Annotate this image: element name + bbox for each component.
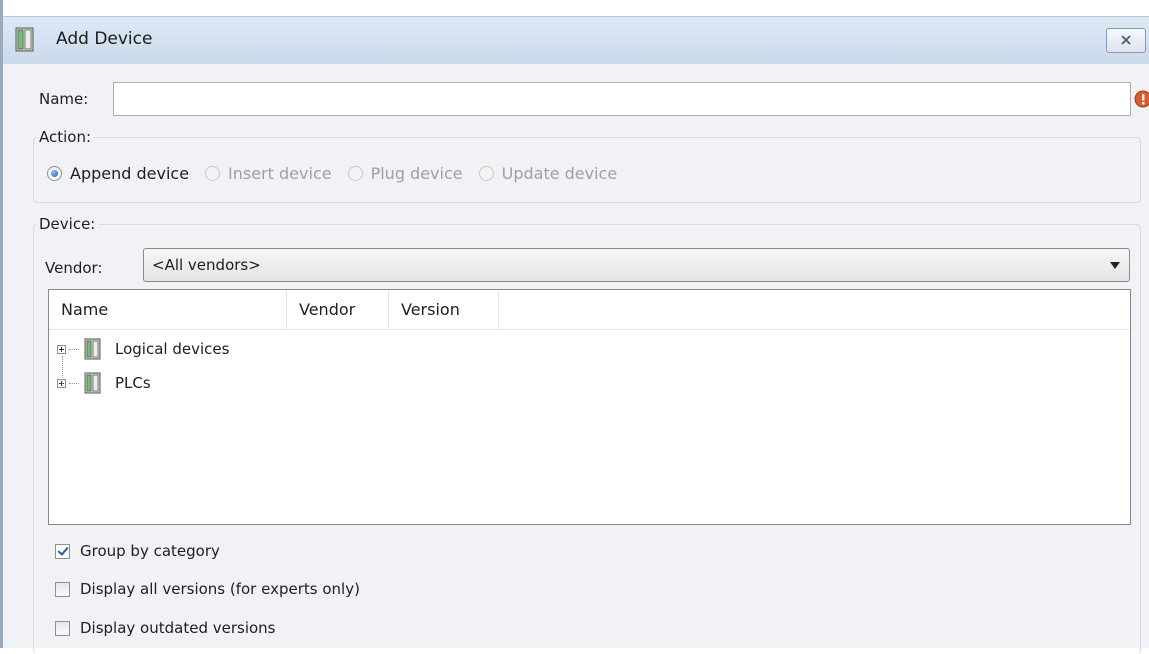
tree-header: Name Vendor Version — [49, 290, 1130, 330]
column-header-version[interactable]: Version — [389, 290, 499, 330]
group-by-category-checkbox[interactable] — [55, 543, 70, 559]
radio-plug-device-label: Plug device — [370, 164, 463, 183]
name-input[interactable] — [113, 82, 1131, 116]
group-by-category-label: Group by category — [80, 542, 220, 560]
action-group-label: Action: — [36, 128, 95, 146]
expand-icon[interactable] — [57, 344, 66, 354]
device-group-label: Device: — [36, 215, 99, 233]
dialog-body: Name: Action: Append device Insert devic… — [3, 64, 1149, 654]
device-icon — [13, 27, 37, 53]
dropdown-arrow-icon — [1110, 262, 1120, 269]
display-outdated-versions-row: Display outdated versions — [55, 619, 276, 637]
action-radio-row: Append device Insert device Plug device … — [47, 164, 633, 183]
add-device-dialog: Add Device Name: Action: Append device I… — [0, 0, 1149, 654]
error-icon — [1134, 90, 1149, 108]
tree-item-plcs[interactable]: PLCs — [57, 370, 151, 396]
tree-item-label: Logical devices — [115, 340, 230, 358]
tree-item-logical-devices[interactable]: Logical devices — [57, 336, 229, 362]
vendor-label: Vendor: — [45, 259, 103, 277]
radio-insert-device[interactable] — [205, 166, 221, 181]
vendor-dropdown[interactable]: <All vendors> — [143, 248, 1130, 282]
display-all-versions-label: Display all versions (for experts only) — [80, 580, 360, 598]
device-icon — [83, 372, 103, 394]
group-by-category-row: Group by category — [55, 542, 220, 560]
dialog-title: Add Device — [56, 29, 153, 49]
column-header-vendor[interactable]: Vendor — [287, 290, 389, 330]
device-tree[interactable]: Name Vendor Version Logical devices PLCs — [48, 289, 1131, 525]
display-outdated-versions-checkbox[interactable] — [55, 620, 70, 636]
close-icon — [1120, 32, 1132, 50]
radio-update-device[interactable] — [478, 166, 494, 181]
vendor-selected-value: <All vendors> — [152, 256, 261, 274]
close-button[interactable] — [1106, 28, 1146, 53]
device-icon — [83, 338, 103, 360]
display-outdated-versions-label: Display outdated versions — [80, 619, 276, 637]
name-label: Name: — [39, 90, 89, 108]
radio-append-device[interactable] — [47, 166, 62, 181]
radio-plug-device[interactable] — [347, 166, 363, 181]
radio-insert-device-label: Insert device — [228, 164, 332, 183]
radio-update-device-label: Update device — [501, 164, 618, 183]
tree-item-label: PLCs — [115, 374, 151, 392]
display-all-versions-checkbox[interactable] — [55, 581, 70, 597]
radio-append-device-label: Append device — [70, 164, 190, 183]
column-header-name[interactable]: Name — [49, 290, 287, 330]
display-all-versions-row: Display all versions (for experts only) — [55, 580, 360, 598]
title-bar[interactable]: Add Device — [3, 16, 1149, 64]
